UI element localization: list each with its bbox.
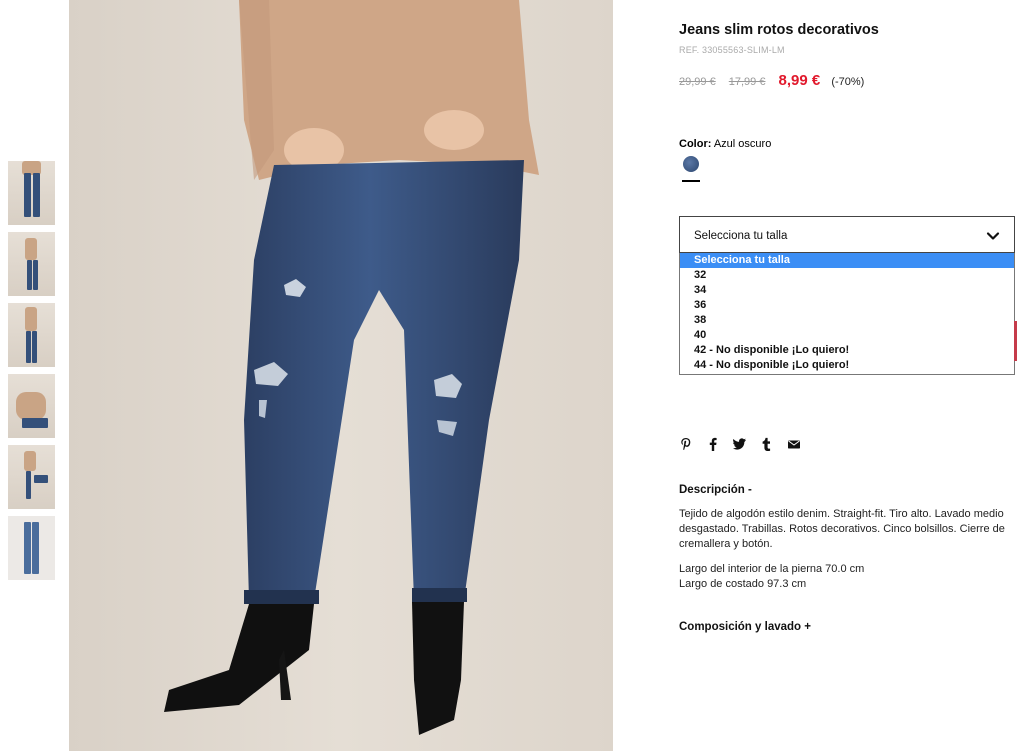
social-share-bar xyxy=(679,437,800,451)
composition-toggle[interactable]: Composición y lavado + xyxy=(679,621,811,633)
size-select[interactable]: Selecciona tu talla xyxy=(679,216,1015,253)
thumbnail-gallery xyxy=(8,161,55,587)
thumbnail-1[interactable] xyxy=(8,161,55,225)
size-option-42[interactable]: 42 - No disponible ¡Lo quiero! xyxy=(680,343,1014,358)
price-current: 8,99 € xyxy=(778,72,821,89)
side-length: Largo de costado 97.3 cm xyxy=(679,578,807,590)
discount-badge: (-70%) xyxy=(831,76,865,88)
size-option-36[interactable]: 36 xyxy=(680,298,1014,313)
color-swatch-azul-oscuro[interactable] xyxy=(683,156,699,172)
tumblr-icon[interactable] xyxy=(760,437,773,451)
thumbnail-4[interactable] xyxy=(8,374,55,438)
color-label-row: Color: Azul oscuro xyxy=(679,138,771,150)
inseam-length: Largo del interior de la pierna 70.0 cm xyxy=(679,563,865,575)
price-previous: 17,99 € xyxy=(728,76,766,88)
pinterest-icon[interactable] xyxy=(679,437,692,451)
twitter-icon[interactable] xyxy=(733,437,746,451)
product-title: Jeans slim rotos decorativos xyxy=(679,22,879,38)
size-select-value: Selecciona tu talla xyxy=(694,230,788,242)
email-icon[interactable] xyxy=(787,437,800,451)
thumbnail-5[interactable] xyxy=(8,445,55,509)
description-toggle[interactable]: Descripción - xyxy=(679,484,752,496)
thumbnail-3[interactable] xyxy=(8,303,55,367)
size-option-38[interactable]: 38 xyxy=(680,313,1014,328)
chevron-down-icon xyxy=(986,232,1000,240)
size-option-44[interactable]: 44 - No disponible ¡Lo quiero! xyxy=(680,358,1014,373)
thumbnail-6[interactable] xyxy=(8,516,55,580)
facebook-icon[interactable] xyxy=(706,437,719,451)
size-option-placeholder[interactable]: Selecciona tu talla xyxy=(680,253,1014,268)
price-original: 29,99 € xyxy=(679,76,716,88)
description-text: Tejido de algodón estilo denim. Straight… xyxy=(679,508,1005,550)
size-dropdown-list: Selecciona tu talla 32 34 36 38 40 42 - … xyxy=(679,253,1015,375)
color-value: Azul oscuro xyxy=(713,138,772,150)
product-reference: REF. 33055563-SLIM-LM xyxy=(679,45,785,55)
size-option-40[interactable]: 40 xyxy=(680,328,1014,343)
size-option-32[interactable]: 32 xyxy=(680,268,1014,283)
color-label: Color: xyxy=(679,138,712,150)
product-main-image xyxy=(69,0,613,751)
description-body: Tejido de algodón estilo denim. Straight… xyxy=(679,507,1017,592)
thumbnail-2[interactable] xyxy=(8,232,55,296)
selected-swatch-indicator xyxy=(682,180,700,182)
add-to-bag-button-edge[interactable] xyxy=(1014,321,1017,361)
price-block: 29,99 € 17,99 € 8,99 € (-70%) xyxy=(679,72,864,89)
size-option-34[interactable]: 34 xyxy=(680,283,1014,298)
